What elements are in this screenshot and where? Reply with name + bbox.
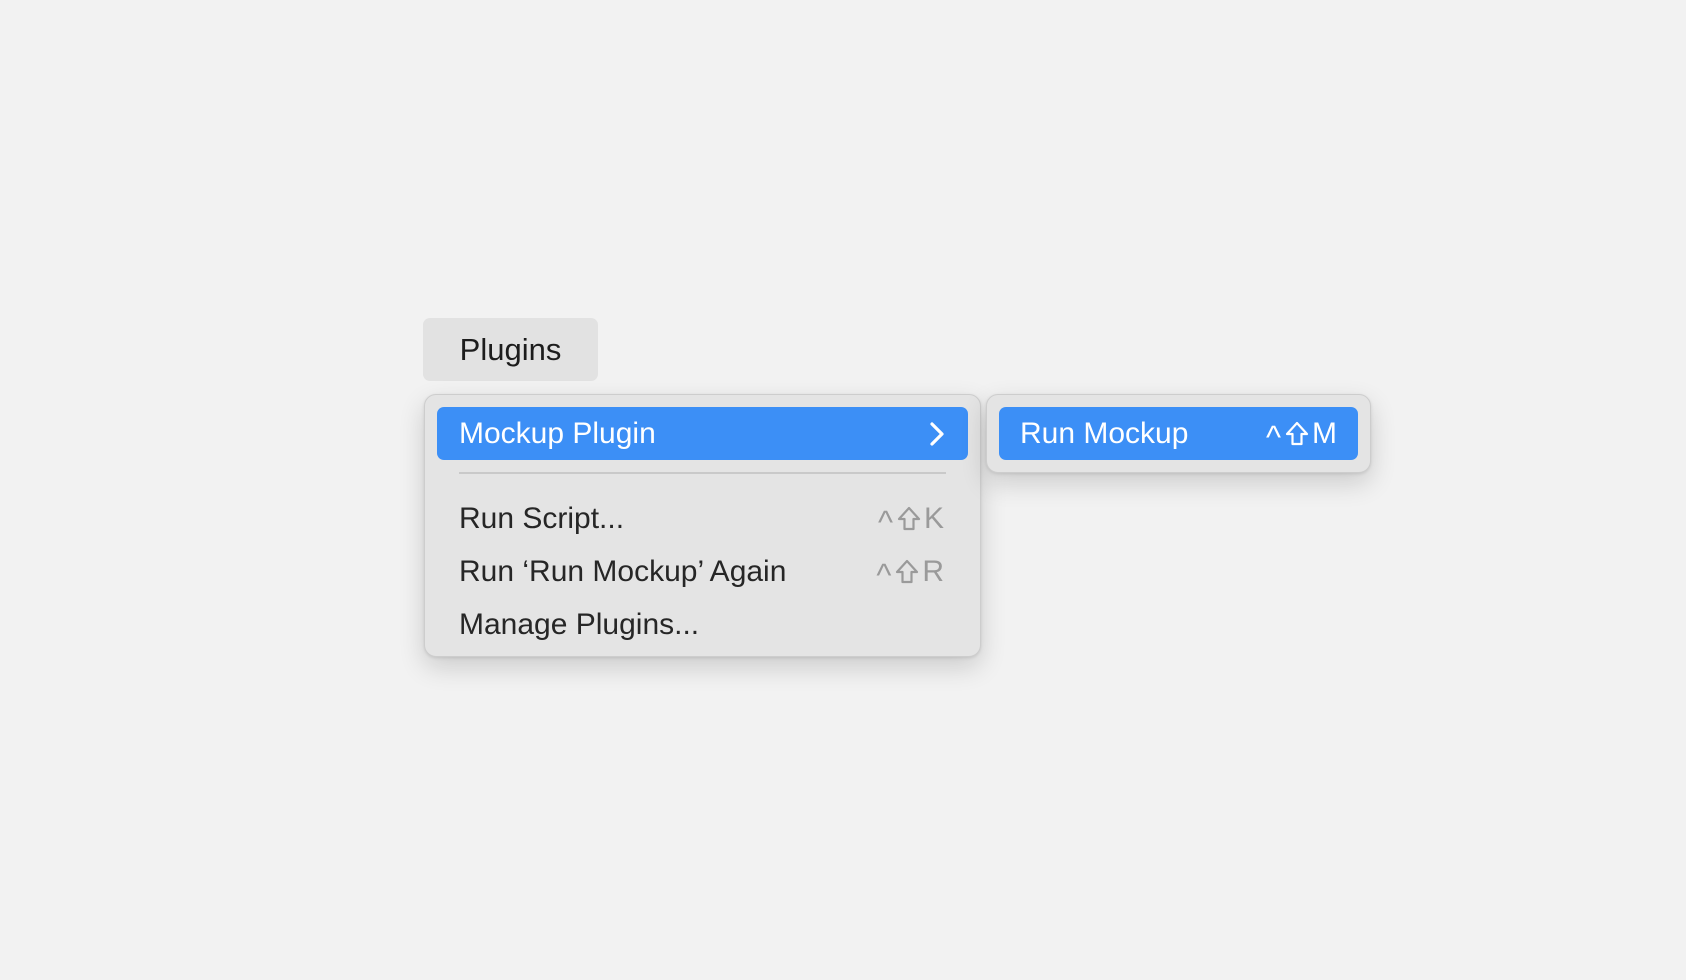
menu-item-run-again[interactable]: Run ‘Run Mockup’ Again ^ R bbox=[437, 545, 968, 598]
control-key-glyph: ^ bbox=[1265, 419, 1282, 455]
menu-item-label: Run Mockup bbox=[1020, 416, 1189, 450]
menu-item-label: Manage Plugins... bbox=[459, 607, 700, 641]
menu-item-manage-plugins[interactable]: Manage Plugins... bbox=[437, 598, 968, 651]
shortcut-key: R bbox=[922, 554, 945, 588]
menu-item-mockup-plugin[interactable]: Mockup Plugin bbox=[437, 407, 968, 460]
shortcut-key: M bbox=[1312, 416, 1338, 450]
shift-icon bbox=[1284, 420, 1310, 448]
control-key-glyph: ^ bbox=[876, 557, 893, 593]
mockup-plugin-submenu: Run Mockup ^ M bbox=[986, 394, 1371, 473]
shortcut: ^ K bbox=[878, 500, 945, 541]
shift-icon bbox=[894, 558, 920, 586]
menu-item-run-script[interactable]: Run Script... ^ K bbox=[437, 492, 968, 545]
shortcut-key: K bbox=[923, 501, 945, 535]
plugins-menu: Mockup Plugin Run Script... ^ K Run ‘Run… bbox=[424, 394, 981, 657]
shortcut: ^ M bbox=[1266, 415, 1338, 456]
control-key-glyph: ^ bbox=[877, 504, 894, 540]
menu-item-label: Run Script... bbox=[459, 501, 625, 535]
menu-separator bbox=[459, 472, 946, 474]
chevron-right-icon bbox=[929, 421, 945, 447]
menu-item-label: Run ‘Run Mockup’ Again bbox=[459, 554, 787, 588]
shift-icon bbox=[896, 505, 922, 533]
menu-item-label: Mockup Plugin bbox=[459, 416, 656, 450]
shortcut: ^ R bbox=[876, 553, 945, 594]
menubar-item-label: Plugins bbox=[459, 331, 562, 367]
menubar-item-plugins[interactable]: Plugins bbox=[423, 318, 598, 381]
menu-item-run-mockup[interactable]: Run Mockup ^ M bbox=[999, 407, 1358, 460]
screen: Plugins Mockup Plugin Run Script... ^ K … bbox=[0, 0, 1686, 980]
